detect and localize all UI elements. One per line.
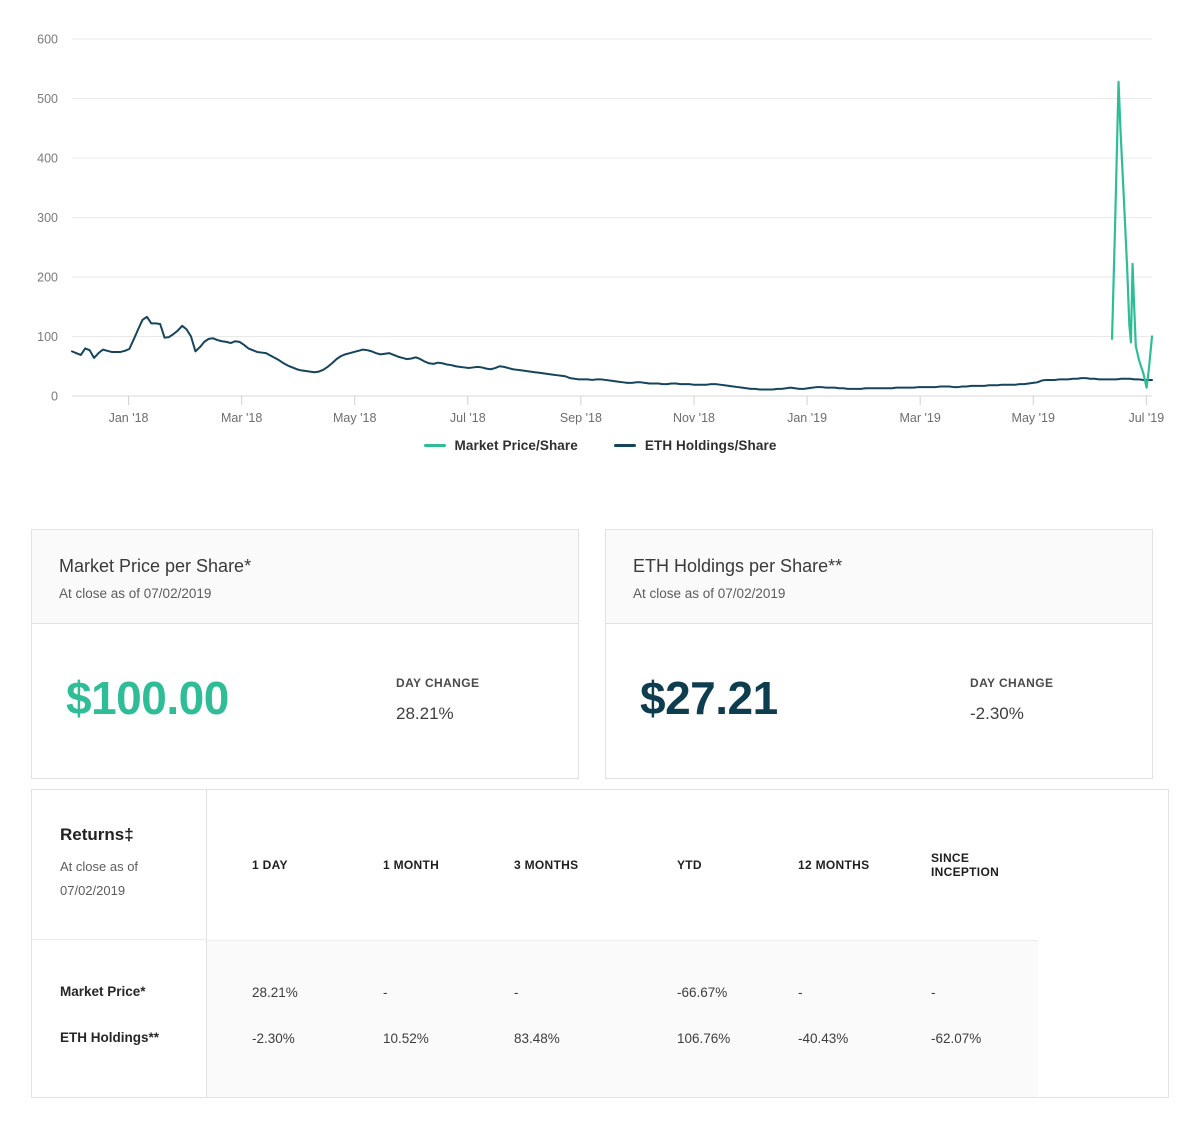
svg-text:Nov '18: Nov '18	[673, 411, 715, 425]
legend-swatch-market-price-icon	[423, 444, 446, 447]
chart-legend: Market Price/Share ETH Holdings/Share	[0, 438, 1200, 453]
cell-eth-holdings-1-month: 10.52%	[383, 1031, 429, 1046]
cell-eth-holdings-ytd: 106.76%	[677, 1031, 731, 1046]
returns-row-label-market-price: Market Price*	[60, 984, 146, 999]
chart-canvas: 0 100 200 300 400 500 600 Jan '18 Mar '18 May '1…	[37, 33, 1165, 426]
chart-section: 0 100 200 300 400 500 600 Jan '18 Mar '18 May '1…	[0, 0, 1200, 470]
returns-subtitle-line2: 07/02/2019	[60, 883, 126, 899]
svg-text:500: 500	[37, 92, 58, 106]
column-header-since-inception: SINCE INCEPTION	[931, 851, 1000, 879]
table-row: 28.21% - - -66.67% - -	[207, 985, 1038, 1031]
column-header-ytd: YTD	[677, 858, 702, 872]
svg-text:May '19: May '19	[1012, 411, 1055, 425]
stat-card-title: Market Price per Share*	[59, 556, 252, 576]
column-header-3-months: 3 MONTHS	[514, 858, 579, 872]
legend-swatch-eth-holdings-icon	[613, 444, 636, 447]
stat-card-day-change: DAY CHANGE -2.30%	[970, 672, 1053, 724]
returns-row-labels: Market Price* ETH Holdings**	[32, 940, 206, 1076]
legend-label-eth-holdings: ETH Holdings/Share	[644, 438, 777, 453]
cell-market-price-1-day: 28.21%	[252, 985, 298, 1000]
day-change-value: -2.30%	[970, 704, 1024, 723]
stat-card-value: $100.00	[66, 672, 229, 724]
stat-card-day-change: DAY CHANGE 28.21%	[396, 672, 479, 724]
price-history-chart[interactable]: 0 100 200 300 400 500 600 Jan '18 Mar '18 May '1…	[0, 0, 1200, 430]
svg-text:Mar '18: Mar '18	[221, 411, 262, 425]
stat-card-subtitle: At close as of 07/02/2019	[633, 586, 786, 601]
day-change-label: DAY CHANGE	[396, 676, 480, 690]
column-header-1-month: 1 MONTH	[383, 858, 440, 872]
series-eth-holdings-line	[71, 315, 1153, 391]
column-header-1-day: 1 DAY	[252, 858, 288, 872]
legend-item-eth-holdings[interactable]: ETH Holdings/Share	[613, 438, 777, 453]
day-change-value: 28.21%	[396, 704, 454, 723]
svg-text:200: 200	[37, 271, 58, 285]
chart-xtick-marks	[128, 396, 1147, 405]
cell-market-price-ytd: -66.67%	[677, 985, 728, 1000]
table-row: -2.30% 10.52% 83.48% 106.76% -40.43% -62…	[207, 1031, 1038, 1077]
returns-table: Returns‡ At close as of 07/02/2019 Marke…	[31, 789, 1169, 1098]
day-change-label: DAY CHANGE	[970, 676, 1054, 690]
cell-market-price-1-month: -	[383, 985, 388, 1000]
chart-ytick-labels: 0 100 200 300 400 500 600	[37, 33, 58, 404]
cell-market-price-since-inception: -	[931, 985, 936, 1000]
svg-text:Sep '18: Sep '18	[560, 411, 602, 425]
legend-label-market-price: Market Price/Share	[454, 438, 578, 453]
stat-card-title: ETH Holdings per Share**	[633, 556, 843, 576]
series-market-price-line	[1110, 80, 1154, 389]
stat-card-header: ETH Holdings per Share** At close as of …	[606, 530, 1152, 624]
returns-column-headers: 1 DAY 1 MONTH 3 MONTHS YTD 12 MONTHS SIN…	[207, 790, 1168, 940]
returns-data-column: 1 DAY 1 MONTH 3 MONTHS YTD 12 MONTHS SIN…	[207, 790, 1168, 1097]
stat-card-market-price: Market Price per Share* At close as of 0…	[31, 529, 579, 779]
returns-header-cell: Returns‡ At close as of 07/02/2019	[32, 790, 206, 940]
cell-eth-holdings-3-months: 83.48%	[514, 1031, 560, 1046]
legend-item-market-price[interactable]: Market Price/Share	[423, 438, 578, 453]
svg-text:Jul '19: Jul '19	[1128, 411, 1164, 425]
column-header-12-months: 12 MONTHS	[798, 858, 870, 872]
svg-text:400: 400	[37, 152, 58, 166]
stat-cards-row: Market Price per Share* At close as of 0…	[31, 529, 1169, 779]
stat-card-body: $27.21 DAY CHANGE -2.30%	[606, 624, 1152, 778]
returns-subtitle-line1: At close as of	[60, 859, 139, 874]
svg-text:Jan '19: Jan '19	[787, 411, 827, 425]
returns-row-label-eth-holdings: ETH Holdings**	[60, 1030, 160, 1045]
cell-market-price-3-months: -	[514, 985, 519, 1000]
returns-scroll-region[interactable]: 28.21% - - -66.67% - - -2.30% 10.52% 83.…	[207, 940, 1038, 1097]
returns-subtitle: At close as of 07/02/2019	[60, 855, 206, 903]
stat-card-body: $100.00 DAY CHANGE 28.21%	[32, 624, 578, 778]
svg-text:Jan '18: Jan '18	[109, 411, 149, 425]
svg-text:300: 300	[37, 211, 58, 225]
stat-card-header: Market Price per Share* At close as of 0…	[32, 530, 578, 624]
svg-text:Jul '18: Jul '18	[450, 411, 486, 425]
svg-text:600: 600	[37, 33, 58, 47]
cell-market-price-12-months: -	[798, 985, 803, 1000]
returns-label-column: Returns‡ At close as of 07/02/2019 Marke…	[32, 790, 207, 1097]
stat-card-value: $27.21	[640, 672, 778, 724]
svg-text:100: 100	[37, 330, 58, 344]
svg-text:0: 0	[51, 390, 58, 404]
stat-card-eth-holdings: ETH Holdings per Share** At close as of …	[605, 529, 1153, 779]
cell-eth-holdings-since-inception: -62.07%	[931, 1031, 982, 1046]
returns-title: Returns‡	[60, 825, 134, 844]
cell-eth-holdings-1-day: -2.30%	[252, 1031, 295, 1046]
cell-eth-holdings-12-months: -40.43%	[798, 1031, 849, 1046]
svg-text:May '18: May '18	[333, 411, 376, 425]
stat-card-subtitle: At close as of 07/02/2019	[59, 586, 212, 601]
chart-xtick-labels: Jan '18 Mar '18 May '18 Jul '18 Sep '18 Nov '…	[109, 411, 1165, 425]
svg-text:Mar '19: Mar '19	[900, 411, 941, 425]
